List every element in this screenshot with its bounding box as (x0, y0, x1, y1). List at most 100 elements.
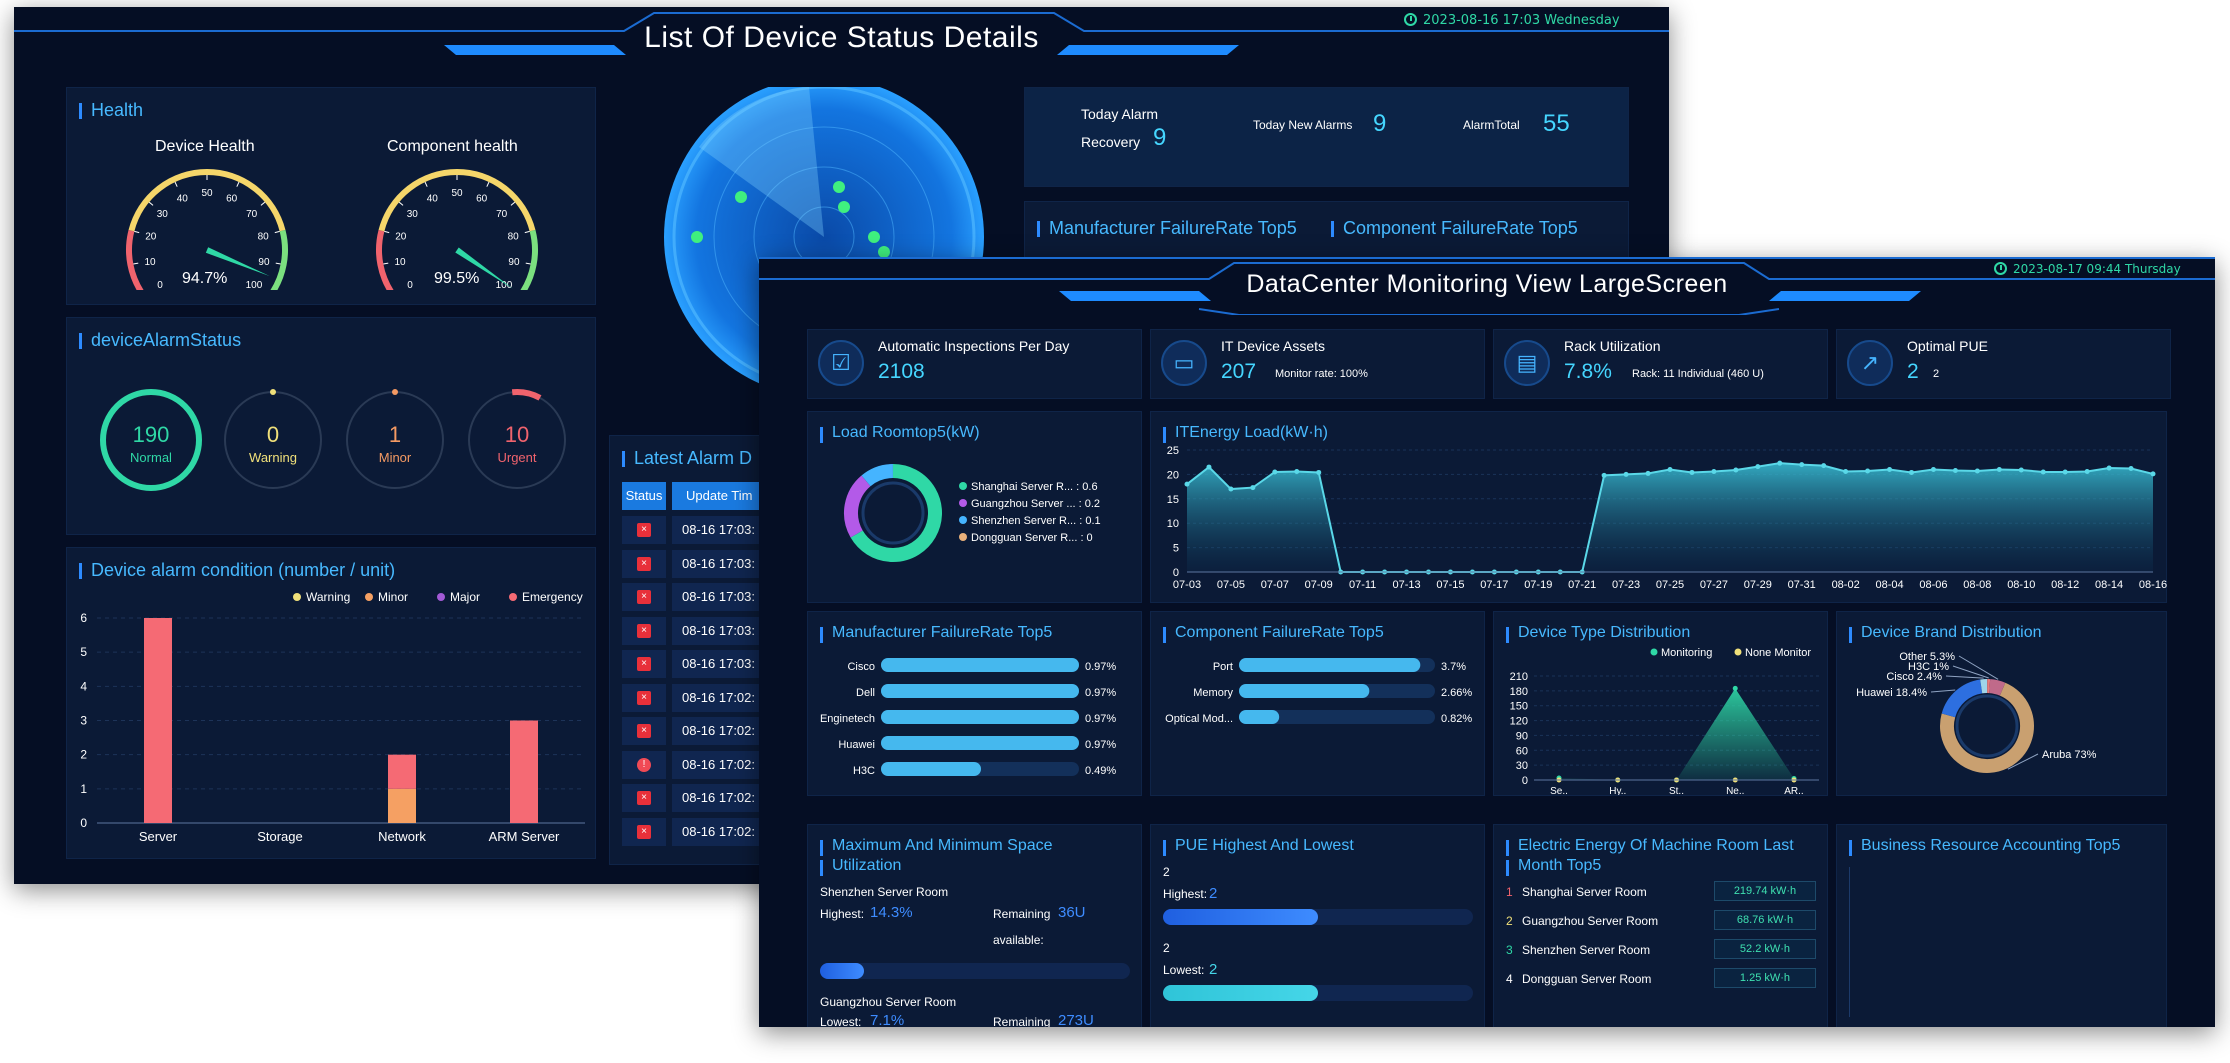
component-panel: Component FailureRate Top5 Port 3.7% Memor… (1150, 611, 1485, 796)
rank-number: 1 (1506, 885, 1513, 899)
kpi-card: ↗ Optimal PUE 2 2 (1836, 329, 2171, 399)
kpi-value: 7.8% (1564, 360, 1612, 383)
x-tick-label: 07-07 (1261, 579, 1289, 591)
laptop-icon: ▭ (1161, 340, 1207, 386)
gauge-band (126, 229, 144, 290)
x-tick-label: 07-21 (1568, 579, 1596, 591)
update-time-cell: 08-16 17:02: (672, 717, 762, 745)
business-axis (1849, 867, 1850, 1017)
update-time-cell: 08-16 17:02: (672, 817, 762, 846)
y-tick-label: 2 (80, 748, 87, 762)
donut-slice (861, 464, 894, 487)
bar (1239, 684, 1370, 698)
error-icon: × (637, 657, 651, 671)
gauge-tick-label: 100 (246, 280, 263, 290)
gauge-tick (174, 181, 178, 187)
alarm-total-label: AlarmTotal (1463, 118, 1520, 132)
data-point (1930, 467, 1936, 473)
alarm-condition-chart: Warning Minor Major Emergency 0 1 2 3 4 5 6 Server S… (80, 590, 585, 844)
data-point (1733, 467, 1739, 473)
status-column-header[interactable]: Status (622, 482, 666, 510)
gauge-tick (275, 262, 281, 265)
rank-number: 3 (1506, 943, 1513, 957)
data-point (1732, 685, 1738, 691)
y-tick-label: 10 (1167, 518, 1179, 530)
pue-low-top: 2 (1163, 941, 1170, 955)
data-point (1909, 469, 1914, 475)
x-tick-label: 07-27 (1700, 579, 1728, 591)
device-health-value: 94.7% (182, 270, 228, 287)
panel-title-line2: Month Top5 (1506, 857, 1601, 876)
panel-title: Electric Energy Of Machine Room Last (1506, 837, 1794, 856)
category-label: Cisco (847, 661, 875, 673)
recovery-label: Today Alarm (1081, 106, 1159, 122)
ring-dot (392, 389, 398, 395)
kpi-sub: Rack: 11 Individual (460 U) (1632, 368, 1764, 380)
x-tick-label: 07-25 (1656, 579, 1684, 591)
gauge-tick-label: 50 (451, 188, 463, 199)
gauge-tick (148, 201, 154, 206)
y-tick-label: 3 (80, 714, 87, 728)
gauge-band (520, 229, 538, 290)
gauge-tick-label: 90 (258, 257, 270, 268)
y-tick-label: 1 (80, 782, 87, 796)
panel-title-line2: Utilization (820, 857, 901, 876)
x-tick-label: Se.. (1550, 786, 1568, 795)
component-failure-title: Component FailureRate Top5 (1331, 218, 1578, 239)
highest-bar (820, 963, 1130, 979)
ring-label: Minor (379, 450, 412, 465)
energy-value: 219.74 kW·h (1714, 881, 1816, 901)
legend-swatch (437, 593, 445, 601)
component-health-label: Component health (387, 138, 518, 155)
bar (881, 684, 1079, 698)
panel-title: Maximum And Minimum Space (820, 837, 1053, 856)
gauge-tick (236, 181, 240, 187)
ring-progress (511, 389, 542, 401)
gauge-tick-label: 60 (226, 194, 238, 205)
electric-energy-panel: Electric Energy Of Machine Room Last Mon… (1493, 824, 1828, 1027)
donut-slice (1941, 679, 1983, 718)
category-label: Memory (1193, 687, 1233, 699)
data-point (1952, 467, 1958, 473)
error-icon: × (637, 590, 651, 604)
update-time-cell: 08-16 17:03: (672, 650, 762, 678)
donut-inner (861, 481, 925, 545)
error-icon: × (637, 523, 651, 537)
clock-icon (1404, 13, 1417, 26)
bar (510, 720, 538, 823)
legend-label: Warning (306, 590, 350, 604)
business-panel: Business Resource Accounting Top5 (1836, 824, 2167, 1027)
data-point (2040, 469, 2046, 475)
highest-label: Highest: (820, 907, 865, 921)
alarm-condition-panel: Device alarm condition (number / unit) W… (66, 547, 596, 859)
x-tick-label: 07-15 (1436, 579, 1464, 591)
panel-title: Latest Alarm D (622, 448, 752, 469)
value-label: 2.66% (1441, 687, 1472, 699)
y-tick-label: 5 (80, 645, 87, 659)
ring-label: Urgent (497, 450, 536, 465)
room-name: Guangzhou Server Room (1522, 914, 1659, 928)
room-name: Shenzhen Server Room (1522, 943, 1651, 957)
alert-icon: ! (637, 757, 651, 772)
update-time-cell: 08-16 17:03: (672, 616, 762, 645)
kpi-label: Optimal PUE (1907, 338, 1988, 354)
data-point (1601, 472, 1607, 478)
legend-swatch (1650, 648, 1658, 656)
pue-high-label: Highest: (1163, 887, 1208, 901)
status-cell: × (622, 516, 666, 544)
gauge-tick (274, 230, 280, 234)
kpi-value: 2 (1907, 360, 1919, 383)
load-room-donut: Shanghai Server R... : 0.6 Guangzhou Serv… (844, 464, 1101, 562)
bar (388, 788, 416, 823)
device-health-label: Device Health (155, 138, 255, 155)
highest-remaining: 36U (1058, 904, 1086, 921)
gauge-tick-label: 40 (427, 194, 439, 205)
y-tick-label: 210 (1510, 671, 1528, 683)
y-tick-label: 120 (1510, 716, 1528, 728)
gauge-tick (486, 181, 490, 187)
data-point (2018, 467, 2024, 473)
clock-icon (1994, 262, 2007, 275)
kpi-sub: 2 (1933, 368, 1940, 380)
category-label: Port (1213, 661, 1233, 673)
room-name: Shanghai Server Room (1522, 885, 1647, 899)
